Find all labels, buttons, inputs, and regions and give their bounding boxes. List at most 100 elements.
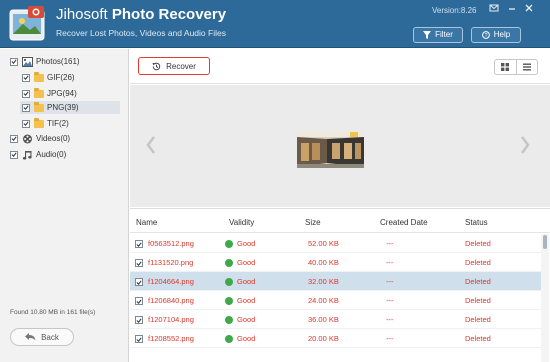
grid-view-icon[interactable] (495, 60, 517, 74)
column-header-size[interactable]: Size (305, 218, 321, 227)
tree-item-photos[interactable]: Photos(161) (10, 55, 120, 68)
recover-button[interactable]: Recover (138, 57, 210, 75)
toolbar: Recover (130, 49, 550, 84)
file-name: f1206840.png (148, 296, 194, 305)
table-row-selected[interactable]: f1204664.png Good 32.00 KB --- Deleted (130, 272, 542, 291)
file-name: f1204664.png (148, 277, 194, 286)
created-date: --- (386, 315, 394, 324)
filter-button[interactable]: Filter (413, 27, 463, 43)
back-arrow-icon (25, 333, 36, 341)
file-size: 24.00 KB (308, 296, 339, 305)
good-status-icon (225, 258, 233, 267)
good-status-icon (225, 334, 233, 343)
file-status: Deleted (465, 296, 491, 305)
tree-item-tif[interactable]: TIF(2) (22, 117, 120, 130)
table-row[interactable]: f1131520.png Good 40.00 KB --- Deleted (130, 253, 542, 272)
audio-checkbox[interactable] (10, 150, 18, 159)
preview-image (297, 131, 364, 168)
film-reel-icon (23, 134, 32, 143)
validity-cell: Good (225, 239, 255, 248)
column-header-created-date[interactable]: Created Date (380, 218, 428, 227)
created-date: --- (386, 258, 394, 267)
tif-checkbox[interactable] (22, 119, 30, 128)
good-status-icon (225, 296, 233, 305)
column-header-name[interactable]: Name (136, 218, 157, 227)
close-icon[interactable] (522, 3, 536, 15)
help-button-label: Help (493, 30, 511, 39)
filter-button-label: Filter (435, 30, 453, 39)
column-header-status[interactable]: Status (465, 218, 488, 227)
tree-item-label: JPG(94) (47, 89, 77, 98)
tree-item-videos[interactable]: Videos(0) (10, 132, 120, 145)
scrollbar-thumb[interactable] (543, 235, 547, 249)
tree-item-label: Audio(0) (36, 150, 67, 159)
png-checkbox[interactable] (22, 103, 30, 112)
good-status-icon (225, 239, 233, 248)
minimize-icon[interactable] (505, 3, 519, 15)
column-header-validity[interactable]: Validity (229, 218, 254, 227)
row-checkbox[interactable] (135, 278, 143, 286)
folder-icon (34, 117, 44, 128)
tree-item-png[interactable]: PNG(39) (20, 101, 120, 114)
row-checkbox[interactable] (135, 316, 143, 324)
file-status: Deleted (465, 315, 491, 324)
row-checkbox[interactable] (135, 240, 143, 248)
videos-checkbox[interactable] (10, 134, 18, 143)
help-icon: ? (481, 31, 490, 39)
validity-text: Good (237, 239, 256, 248)
tree-item-jpg[interactable]: JPG(94) (22, 87, 120, 100)
row-checkbox[interactable] (135, 335, 143, 343)
tree-item-label: Photos(161) (36, 57, 80, 66)
file-table: Name Validity Size Created Date Status f… (130, 208, 550, 362)
previous-arrow-icon[interactable] (144, 135, 158, 157)
validity-cell: Good (225, 334, 255, 343)
created-date: --- (386, 334, 394, 343)
table-row[interactable]: f1208552.png Good 20.00 KB --- Deleted (130, 329, 542, 348)
created-date: --- (386, 277, 394, 286)
validity-text: Good (237, 258, 256, 267)
validity-cell: Good (225, 315, 255, 324)
created-date: --- (386, 239, 394, 248)
tree-item-audio[interactable]: Audio(0) (10, 148, 120, 161)
app-header: Jihosoft Photo Recovery Recover Lost Pho… (0, 0, 550, 48)
back-button[interactable]: Back (10, 328, 74, 346)
tree-item-label: Videos(0) (36, 134, 71, 143)
table-row[interactable]: f0563512.png Good 52.00 KB --- Deleted (130, 234, 542, 253)
back-button-label: Back (41, 332, 59, 342)
tree-item-gif[interactable]: GIF(26) (22, 71, 120, 84)
help-button[interactable]: ? Help (471, 27, 521, 43)
svg-text:?: ? (484, 33, 487, 39)
photos-checkbox[interactable] (10, 57, 18, 66)
table-header: Name Validity Size Created Date Status (130, 209, 550, 233)
table-row[interactable]: f1206840.png Good 24.00 KB --- Deleted (130, 291, 542, 310)
gif-checkbox[interactable] (22, 73, 30, 82)
app-subtitle: Recover Lost Photos, Videos and Audio Fi… (56, 28, 226, 38)
file-name: f1131520.png (148, 258, 194, 267)
feedback-icon[interactable] (487, 3, 501, 15)
good-status-icon (225, 277, 233, 286)
file-status: Deleted (465, 239, 491, 248)
row-checkbox[interactable] (135, 297, 143, 305)
table-scrollbar[interactable] (541, 234, 549, 362)
app-title: Jihosoft Photo Recovery (56, 6, 226, 23)
table-row[interactable]: f1207104.png Good 36.00 KB --- Deleted (130, 310, 542, 329)
file-size: 20.00 KB (308, 334, 339, 343)
folder-icon (34, 71, 44, 82)
list-view-icon[interactable] (517, 60, 538, 74)
row-checkbox[interactable] (135, 259, 143, 267)
validity-cell: Good (225, 277, 255, 286)
recover-button-label: Recover (166, 61, 196, 71)
next-arrow-icon[interactable] (518, 135, 532, 157)
validity-text: Good (237, 334, 256, 343)
folder-icon (34, 87, 44, 98)
jpg-checkbox[interactable] (22, 89, 30, 98)
app-title-brand: Jihosoft (56, 6, 108, 23)
validity-text: Good (237, 296, 256, 305)
version-label: Version:8.26 (432, 6, 477, 15)
tree-item-label: PNG(39) (47, 103, 79, 112)
sidebar: Photos(161) GIF(26) JPG(94) PNG(39) TIF(… (0, 49, 129, 362)
file-status: Deleted (465, 258, 491, 267)
file-name: f1207104.png (148, 315, 194, 324)
file-size: 52.00 KB (308, 239, 339, 248)
preview-pane (130, 85, 550, 207)
